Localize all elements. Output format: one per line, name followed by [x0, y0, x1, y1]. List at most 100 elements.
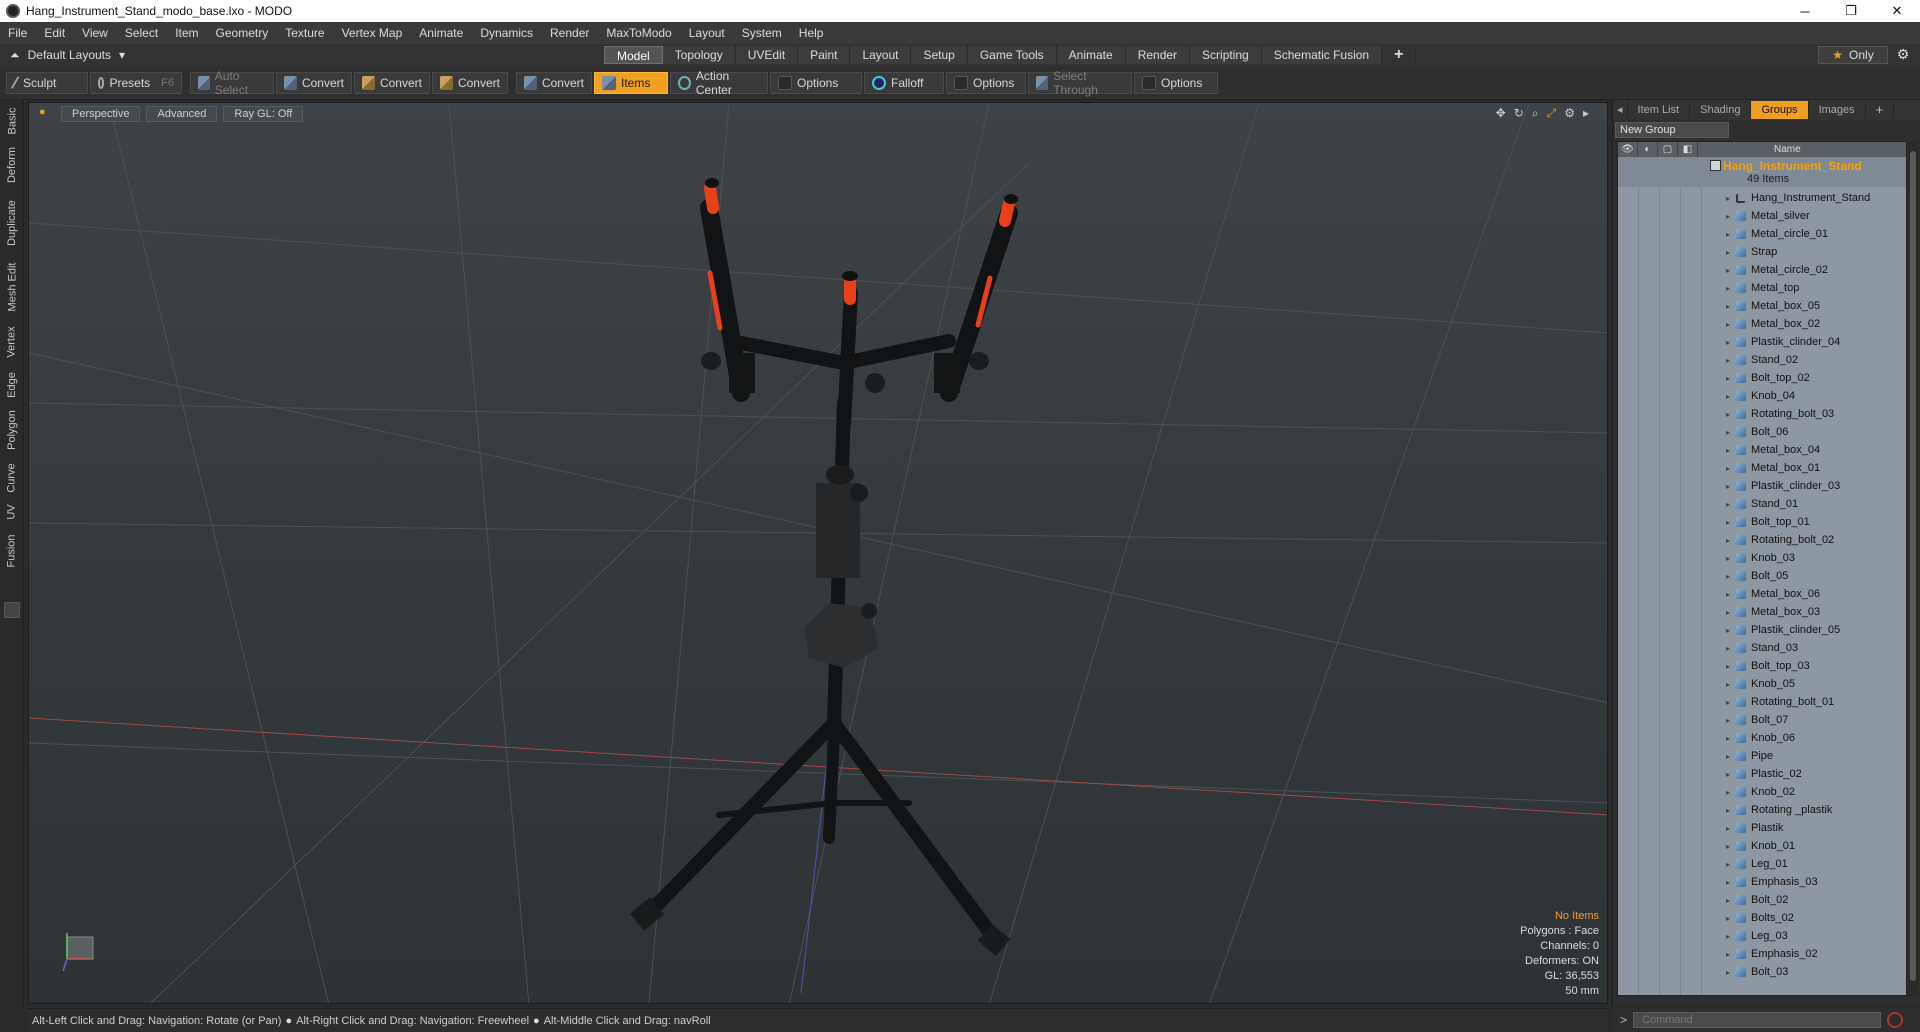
menu-help[interactable]: Help [799, 26, 824, 40]
menu-system[interactable]: System [742, 26, 782, 40]
list-item[interactable]: ▸ Stand_01 [1618, 495, 1906, 513]
add-tab-button[interactable]: + [1382, 46, 1417, 64]
group-row[interactable]: Hang_Instrument_Stand 49 Items [1618, 157, 1906, 187]
tab-topology[interactable]: Topology [662, 46, 736, 64]
expand-arrow-icon[interactable]: ▸ [1726, 572, 1730, 581]
zoom-icon[interactable]: ⌕ [1532, 106, 1539, 121]
expand-arrow-icon[interactable]: ▸ [1726, 374, 1730, 383]
list-item[interactable]: ▸ Leg_03 [1618, 927, 1906, 945]
list-item[interactable]: ▸ Metal_box_05 [1618, 297, 1906, 315]
left-tab-polygon[interactable]: Polygon [0, 406, 24, 454]
expand-arrow-icon[interactable]: ▸ [1726, 482, 1730, 491]
3d-viewport[interactable]: ● Perspective Advanced Ray GL: Off ✥ ↻ ⌕… [28, 102, 1608, 1004]
shading-mode-dropdown[interactable]: Advanced [146, 106, 218, 122]
tab-scripting[interactable]: Scripting [1190, 46, 1262, 64]
menu-edit[interactable]: Edit [44, 26, 65, 40]
list-item[interactable]: ▸ Rotating_bolt_03 [1618, 405, 1906, 423]
menu-dynamics[interactable]: Dynamics [480, 26, 533, 40]
expand-arrow-icon[interactable]: ▸ [1726, 752, 1730, 761]
command-input[interactable] [1633, 1012, 1882, 1028]
expand-arrow-icon[interactable]: ▸ [1726, 770, 1730, 779]
list-item[interactable]: ▸ Hang_Instrument_Stand [1618, 189, 1906, 207]
convert-material-button[interactable]: Convert [516, 71, 592, 94]
list-item[interactable]: ▸ Rotating_bolt_01 [1618, 693, 1906, 711]
list-item[interactable]: ▸ Plastik_clinder_05 [1618, 621, 1906, 639]
panel-menu-icon[interactable]: ◂ [1613, 101, 1628, 119]
list-item[interactable]: ▸ Metal_box_04 [1618, 441, 1906, 459]
tab-schematic-fusion[interactable]: Schematic Fusion [1261, 46, 1383, 64]
expand-arrow-icon[interactable]: ▸ [1726, 446, 1730, 455]
list-item[interactable]: ▸ Emphasis_03 [1618, 873, 1906, 891]
list-item[interactable]: ▸ Stand_03 [1618, 639, 1906, 657]
groups-scrollbar[interactable] [1908, 141, 1918, 996]
menu-geometry[interactable]: Geometry [216, 26, 269, 40]
select-column-icon[interactable]: ◧ [1678, 142, 1698, 157]
convert-vertex-button[interactable]: Convert [276, 71, 352, 94]
presets-button[interactable]: Presets F6 [90, 71, 182, 94]
expand-arrow-icon[interactable]: ▸ [1726, 428, 1730, 437]
list-item[interactable]: ▸ Emphasis_02 [1618, 945, 1906, 963]
expand-arrow-icon[interactable]: ▸ [1726, 392, 1730, 401]
lock-column-icon[interactable]: ▢ [1658, 142, 1678, 157]
expand-arrow-icon[interactable]: ▸ [1726, 860, 1730, 869]
tab-images[interactable]: Images [1809, 101, 1866, 119]
expand-arrow-icon[interactable]: ▸ [1726, 662, 1730, 671]
falloff-button[interactable]: Falloff [864, 71, 944, 94]
raygl-toggle[interactable]: Ray GL: Off [223, 106, 304, 122]
list-item[interactable]: ▸ Leg_01 [1618, 855, 1906, 873]
tab-uvedit[interactable]: UVEdit [735, 46, 799, 64]
list-item[interactable]: ▸ Metal_box_06 [1618, 585, 1906, 603]
viewport-more-arrow-icon[interactable]: ▸ [1583, 106, 1589, 121]
close-button[interactable]: ✕ [1874, 0, 1920, 22]
list-item[interactable]: ▸ Bolt_06 [1618, 423, 1906, 441]
expand-arrow-icon[interactable]: ▸ [1726, 554, 1730, 563]
convert-polygon-button[interactable]: Convert [432, 71, 508, 94]
list-item[interactable]: ▸ Plastik_clinder_04 [1618, 333, 1906, 351]
list-item[interactable]: ▸ Knob_05 [1618, 675, 1906, 693]
rotate-icon[interactable]: ↻ [1514, 106, 1524, 121]
gear-icon[interactable]: ⚙ [1894, 46, 1912, 64]
list-item[interactable]: ▸ Bolt_top_02 [1618, 369, 1906, 387]
list-item[interactable]: ▸ Stand_02 [1618, 351, 1906, 369]
new-group-button[interactable]: New Group [1615, 122, 1729, 138]
tab-layout[interactable]: Layout [850, 46, 912, 64]
items-mode-button[interactable]: Items [594, 71, 668, 94]
list-item[interactable]: ▸ Bolt_top_03 [1618, 657, 1906, 675]
expand-arrow-icon[interactable]: ▸ [1726, 230, 1730, 239]
expand-arrow-icon[interactable]: ▸ [1726, 536, 1730, 545]
left-tab-vertex[interactable]: Vertex [0, 322, 24, 362]
list-item[interactable]: ▸ Metal_top [1618, 279, 1906, 297]
expand-arrow-icon[interactable]: ▸ [1726, 590, 1730, 599]
list-item[interactable]: ▸ Bolt_05 [1618, 567, 1906, 585]
action-center-options-button[interactable]: Options [770, 71, 862, 94]
list-item[interactable]: ▸ Knob_03 [1618, 549, 1906, 567]
expand-arrow-icon[interactable]: ▸ [1726, 698, 1730, 707]
expand-arrow-icon[interactable]: ▸ [1726, 626, 1730, 635]
falloff-options-button[interactable]: Options [946, 71, 1026, 94]
list-item[interactable]: ▸ Metal_circle_02 [1618, 261, 1906, 279]
convert-edge-button[interactable]: Convert [354, 71, 430, 94]
list-item[interactable]: ▸ Metal_box_02 [1618, 315, 1906, 333]
menu-view[interactable]: View [82, 26, 108, 40]
pan-icon[interactable]: ✥ [1496, 106, 1506, 121]
action-center-button[interactable]: Action Center [670, 69, 768, 97]
expand-arrow-icon[interactable]: ▸ [1726, 212, 1730, 221]
expand-arrow-icon[interactable]: ▸ [1726, 914, 1730, 923]
maximize-button[interactable]: ❐ [1828, 0, 1874, 22]
left-tab-deform[interactable]: Deform [0, 142, 24, 188]
list-item[interactable]: ▸ Metal_silver [1618, 207, 1906, 225]
menu-vertex-map[interactable]: Vertex Map [342, 26, 403, 40]
menu-maxtomodo[interactable]: MaxToModo [606, 26, 671, 40]
expand-arrow-icon[interactable]: ▸ [1726, 806, 1730, 815]
add-panel-tab-button[interactable]: + [1866, 101, 1895, 119]
select-through-button[interactable]: Select Through [1028, 69, 1132, 97]
expand-arrow-icon[interactable]: ▸ [1726, 356, 1730, 365]
list-item[interactable]: ▸ Metal_box_03 [1618, 603, 1906, 621]
expand-arrow-icon[interactable]: ▸ [1726, 968, 1730, 977]
menu-layout[interactable]: Layout [689, 26, 725, 40]
left-tab-uv[interactable]: UV [0, 500, 24, 524]
menu-animate[interactable]: Animate [419, 26, 463, 40]
tab-paint[interactable]: Paint [798, 46, 851, 64]
tab-groups[interactable]: Groups [1751, 101, 1809, 119]
expand-arrow-icon[interactable]: ▸ [1726, 644, 1730, 653]
